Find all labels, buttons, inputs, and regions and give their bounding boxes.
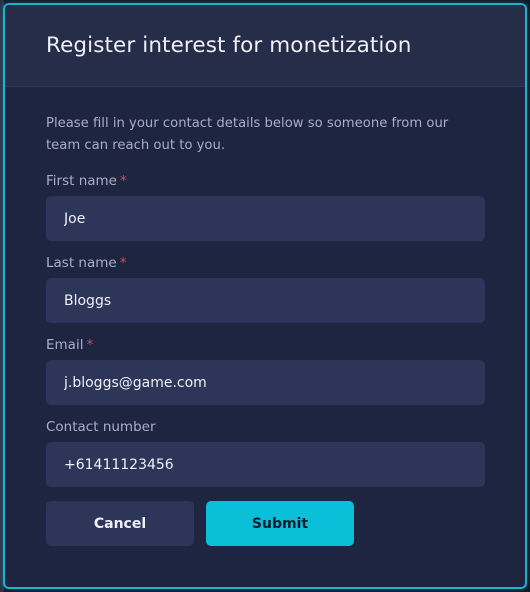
dialog-body: Please fill in your contact details belo… <box>5 87 525 546</box>
last-name-field-group: Last name * <box>46 255 485 323</box>
email-input[interactable] <box>46 360 485 405</box>
last-name-input[interactable] <box>46 278 485 323</box>
first-name-input[interactable] <box>46 196 485 241</box>
dialog-actions: Cancel Submit <box>46 501 484 546</box>
dialog-title: Register interest for monetization <box>46 33 412 58</box>
email-label: Email * <box>46 337 484 356</box>
first-name-label: First name * <box>46 173 484 192</box>
email-field-group: Email * <box>46 337 485 405</box>
required-marker: * <box>86 337 94 353</box>
required-marker: * <box>120 173 127 189</box>
dialog-header: Register interest for monetization <box>5 5 525 87</box>
monetization-interest-dialog: Register interest for monetization Pleas… <box>3 3 527 589</box>
first-name-label-text: First name <box>46 173 117 189</box>
first-name-field-group: First name * <box>46 173 485 241</box>
contact-number-label-text: Contact number <box>46 419 156 435</box>
last-name-label: Last name * <box>46 255 484 274</box>
contact-number-input[interactable] <box>46 442 485 487</box>
email-label-text: Email <box>46 337 84 353</box>
cancel-button[interactable]: Cancel <box>46 501 194 546</box>
last-name-label-text: Last name <box>46 255 117 271</box>
contact-number-field-group: Contact number <box>46 419 485 487</box>
required-marker: * <box>119 255 127 271</box>
dialog-intro-text: Please fill in your contact details belo… <box>46 116 449 153</box>
submit-button[interactable]: Submit <box>206 501 354 546</box>
contact-number-label: Contact number <box>46 419 484 438</box>
